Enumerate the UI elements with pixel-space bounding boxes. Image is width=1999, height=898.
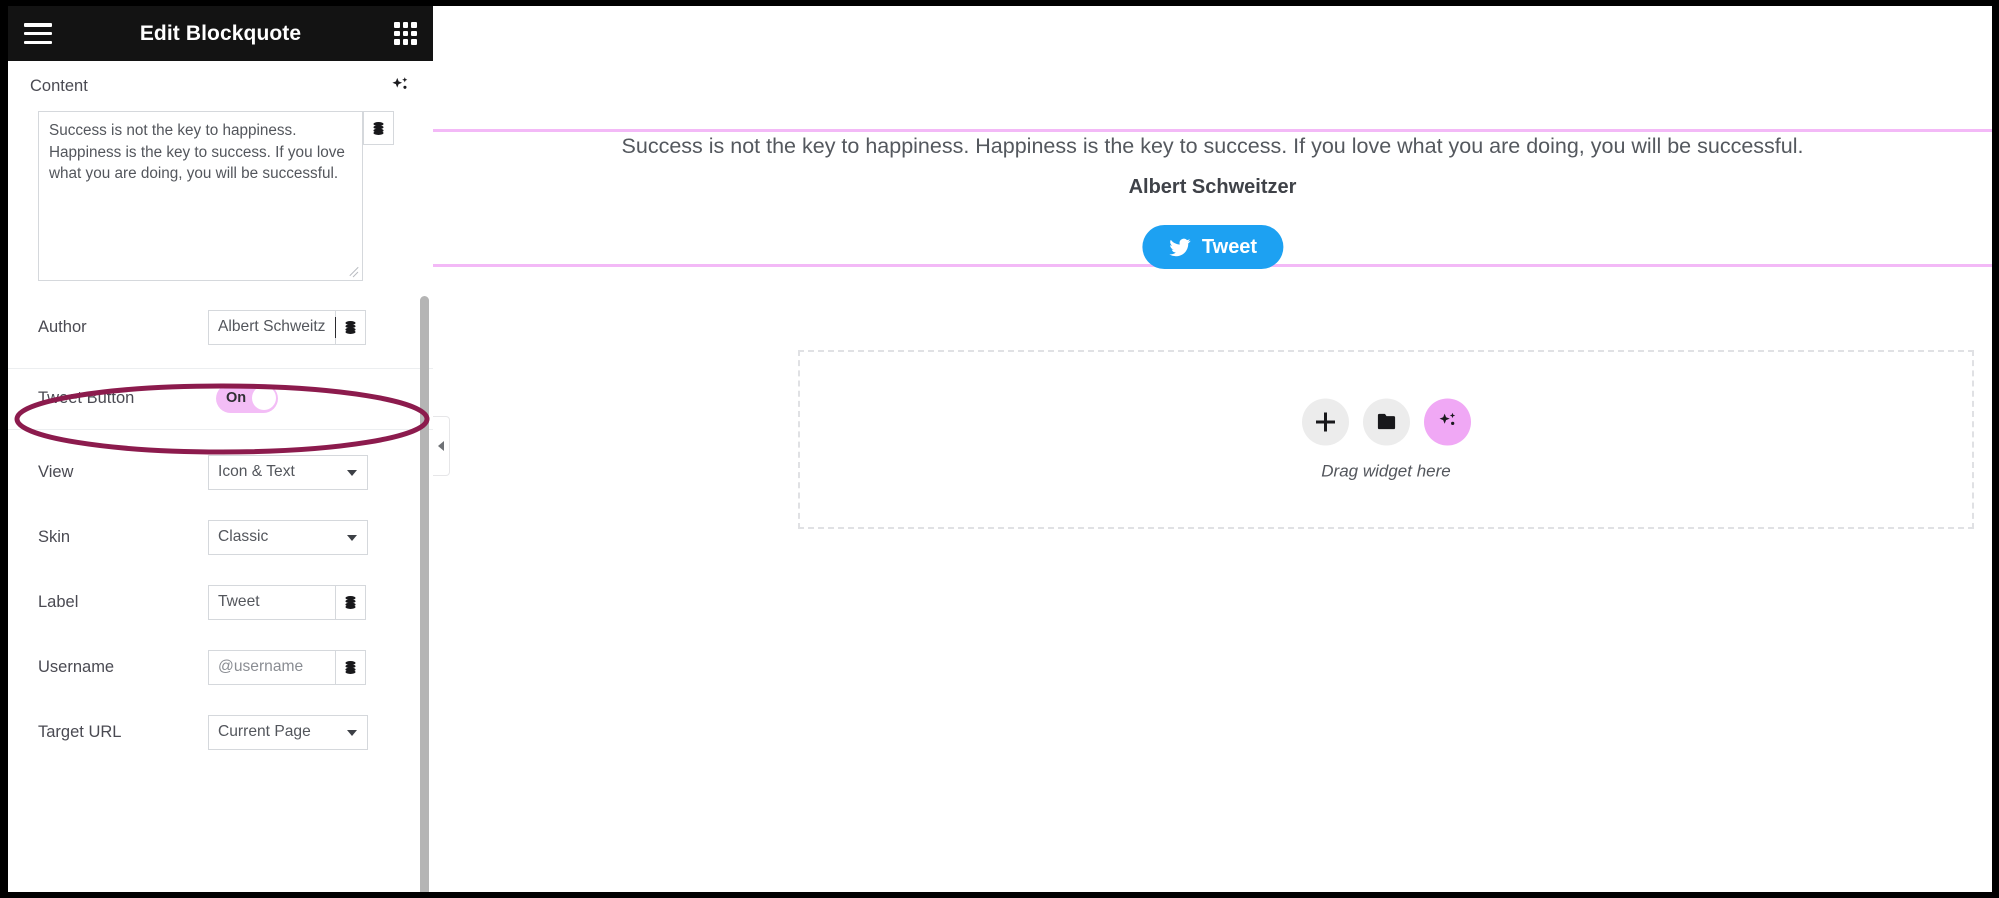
label-field-row: Label	[8, 584, 433, 620]
skin-select-value: Classic	[218, 528, 269, 545]
chevron-left-icon	[438, 441, 444, 451]
panel-body: Content Success is not the key to happin…	[8, 61, 433, 892]
open-template-library-button[interactable]	[1362, 398, 1410, 445]
dropzone-content: Drag widget here	[800, 398, 1972, 481]
target-url-select-value: Current Page	[218, 723, 311, 740]
section-guideline-top	[433, 129, 1992, 132]
skin-select[interactable]: Classic	[208, 519, 368, 555]
content-dynamic-tags-button[interactable]	[363, 111, 394, 145]
view-label: View	[38, 462, 74, 481]
username-dynamic-tags-button[interactable]	[335, 649, 366, 685]
view-select-value: Icon & Text	[218, 463, 295, 480]
content-textarea-wrap: Success is not the key to happiness. Hap…	[38, 111, 401, 281]
label-label: Label	[38, 592, 79, 611]
chevron-down-icon	[347, 469, 357, 476]
tweet-button-label: Tweet	[1201, 235, 1258, 258]
divider	[8, 429, 433, 430]
page-title: Edit Blockquote	[139, 21, 302, 45]
chevron-down-icon	[347, 534, 357, 541]
target-url-label: Target URL	[38, 722, 122, 741]
folder-icon	[1377, 413, 1395, 429]
panel-header: Edit Blockquote	[8, 6, 433, 61]
author-label: Author	[38, 317, 87, 336]
panel-collapse-button[interactable]	[433, 416, 450, 476]
dropzone-label: Drag widget here	[1321, 461, 1451, 480]
toggle-state-label: On	[226, 390, 247, 406]
author-input[interactable]	[208, 309, 335, 345]
content-textarea[interactable]: Success is not the key to happiness. Hap…	[38, 111, 363, 281]
screenshot-root: Edit Blockquote Content Success is not t…	[0, 0, 1999, 898]
ai-sparkle-icon	[1439, 412, 1455, 425]
preview-canvas: Success is not the key to happiness. Hap…	[433, 6, 1992, 892]
tweet-button-toggle[interactable]: On	[216, 383, 278, 413]
target-url-field-row: Target URL Current Page	[8, 714, 433, 750]
view-field-row: View Icon & Text	[8, 454, 433, 490]
author-dynamic-tags-button[interactable]	[335, 309, 366, 345]
toggle-knob	[251, 386, 276, 410]
blockquote-text: Success is not the key to happiness. Hap…	[621, 134, 1804, 158]
username-input[interactable]	[208, 649, 335, 685]
panel-scrollbar[interactable]	[420, 296, 429, 892]
divider	[8, 368, 433, 369]
dropzone-buttons	[1301, 398, 1471, 445]
author-field-row: Author	[8, 309, 433, 345]
database-icon	[345, 595, 356, 609]
text-cursor	[334, 316, 336, 338]
widget-dropzone[interactable]: Drag widget here	[798, 350, 1974, 529]
content-section-header: Content	[8, 61, 433, 105]
editor-panel: Edit Blockquote Content Success is not t…	[8, 6, 433, 892]
grid-icon[interactable]	[394, 22, 417, 45]
database-icon	[373, 121, 384, 135]
username-label: Username	[38, 657, 115, 676]
tweet-button-label: Tweet Button	[38, 388, 135, 407]
ai-builder-button[interactable]	[1423, 398, 1471, 445]
skin-field-row: Skin Classic	[8, 519, 433, 555]
twitter-bird-icon	[1168, 238, 1190, 256]
ai-sparkle-icon[interactable]	[389, 75, 411, 97]
plus-icon	[1315, 412, 1335, 431]
content-label: Content	[30, 76, 88, 95]
blockquote-author: Albert Schweitzer	[1128, 176, 1297, 198]
tweet-button-field-row: Tweet Button On	[8, 381, 433, 415]
add-widget-button[interactable]	[1301, 398, 1349, 445]
tweet-button[interactable]: Tweet	[1141, 225, 1284, 269]
view-select[interactable]: Icon & Text	[208, 454, 368, 490]
username-field-row: Username	[8, 649, 433, 685]
database-icon	[345, 660, 356, 674]
database-icon	[345, 320, 356, 334]
hamburger-icon[interactable]	[24, 23, 52, 44]
label-dynamic-tags-button[interactable]	[335, 584, 366, 620]
chevron-down-icon	[347, 729, 357, 736]
skin-label: Skin	[38, 527, 71, 546]
target-url-select[interactable]: Current Page	[208, 714, 368, 750]
label-input[interactable]	[208, 584, 335, 620]
